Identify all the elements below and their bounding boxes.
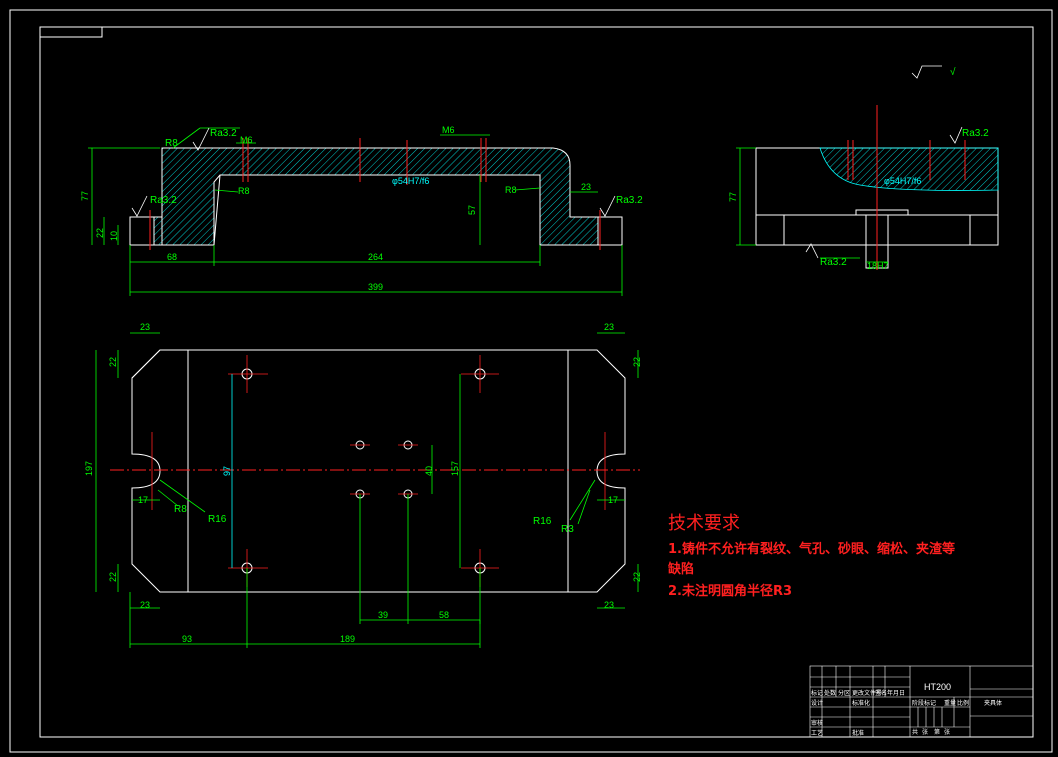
top-label-r3-r: R3 [561, 524, 574, 535]
tb-cell-4: 签名 [875, 689, 887, 697]
front-phi-center: φ54H7/f6 [392, 176, 429, 186]
side-ra-top: Ra3.2 [962, 128, 989, 139]
front-dim-68: 68 [167, 252, 177, 262]
top-dim-c23-bl: 23 [140, 600, 150, 610]
top-dim-h97: 97 [222, 466, 232, 476]
tb-cell-5: 年月日 [887, 689, 905, 697]
front-view: R8 Ra3.2 M6 M6 φ54H7/f6 R8 R8 Ra3.2 Ra3.… [80, 125, 643, 296]
tech-req-line2: 2.未注明圆角半径R3 [668, 583, 792, 599]
top-dim-c22-br: 22 [632, 572, 642, 582]
front-dim-22: 22 [95, 228, 105, 238]
top-dim-c22-bl: 22 [108, 572, 118, 582]
tb-cell-14: 共 [912, 728, 918, 736]
tb-cell-12: 工艺 [811, 729, 823, 737]
tb-cell-9: 重量 [944, 699, 956, 707]
top-dim-h40: 40 [424, 466, 434, 476]
tb-cell-16: 第 [934, 728, 940, 736]
top-label-r16-r: R16 [533, 516, 552, 527]
front-dim-23: 23 [581, 182, 591, 192]
front-ra-left: Ra3.2 [150, 195, 177, 206]
side-roughness-note: √ [950, 66, 956, 78]
tb-cell-11: 审核 [811, 719, 823, 727]
tech-requirements: 技术要求 1.铸件不允许有裂纹、气孔、砂眼、缩松、夹渣等 缺陷 2.未注明圆角半… [667, 513, 955, 599]
top-dim-w58: 58 [439, 610, 449, 620]
top-label-r8-l: R8 [174, 504, 187, 515]
drawing-canvas: R8 Ra3.2 M6 M6 φ54H7/f6 R8 R8 Ra3.2 Ra3.… [9, 9, 1053, 753]
top-dim-h157: 157 [450, 461, 460, 476]
top-dim-c23-tl: 23 [140, 322, 150, 332]
sheet-border [9, 9, 1053, 753]
tb-cell-8: 阶段标记 [912, 699, 936, 707]
top-dim-s17-l: 17 [138, 495, 148, 505]
side-dim-77: 77 [728, 192, 738, 202]
side-view: √ Ra3.2 φ54H7/f6 Ra3.2 18H7 77 [728, 65, 999, 271]
tb-cell-0: 标记 [811, 689, 823, 697]
front-ra-top: Ra3.2 [210, 128, 237, 139]
top-dim-w189: 189 [340, 634, 355, 644]
title-block-part-name: 夹具体 [984, 699, 1002, 707]
front-r8-inner-right: R8 [505, 185, 517, 195]
top-dim-w39: 39 [378, 610, 388, 620]
top-dim-c23-tr: 23 [604, 322, 614, 332]
front-dim-57: 57 [467, 205, 477, 215]
front-dim-399: 399 [368, 282, 383, 292]
top-dim-c23-br: 23 [604, 600, 614, 610]
title-block-material: HT200 [924, 682, 951, 692]
tb-cell-17: 张 [944, 728, 950, 736]
front-dim-10: 10 [109, 231, 119, 241]
tb-cell-15: 张 [922, 728, 928, 736]
tech-req-line1a: 1.铸件不允许有裂纹、气孔、砂眼、缩松、夹渣等 [668, 541, 955, 557]
tb-cell-2: 分区 [838, 689, 850, 697]
side-phi: φ54H7/f6 [884, 176, 921, 186]
top-label-r16-l: R16 [208, 514, 227, 525]
top-dim-c22-tl: 22 [108, 357, 118, 367]
front-r8-inner-left: R8 [238, 186, 250, 196]
top-view: 23 22 23 22 197 97 157 40 17 17 22 23 22… [84, 322, 642, 648]
front-section-body [153, 147, 599, 246]
tech-req-title: 技术要求 [668, 513, 740, 534]
front-ra-right: Ra3.2 [616, 195, 643, 206]
front-r8-top: R8 [165, 138, 178, 149]
side-slot: 18H7 [867, 261, 889, 271]
front-m6-right: M6 [442, 125, 455, 135]
top-dim-w93: 93 [182, 634, 192, 644]
side-ra-bottom: Ra3.2 [820, 257, 847, 268]
front-m6-left: M6 [240, 135, 253, 145]
tb-cell-10: 比例 [957, 699, 969, 707]
tb-cell-7: 标准化 [852, 699, 870, 707]
top-dim-s17-r: 17 [608, 495, 618, 505]
tb-cell-6: 设计 [811, 699, 823, 707]
tb-cell-13: 批准 [852, 729, 864, 737]
front-dim-264: 264 [368, 252, 383, 262]
tb-cell-1: 处数 [824, 689, 836, 697]
tech-req-line1b: 缺陷 [667, 561, 694, 577]
top-dim-c22-tr: 22 [632, 357, 642, 367]
front-dim-77: 77 [80, 191, 90, 201]
top-dim-h197: 197 [84, 461, 94, 476]
